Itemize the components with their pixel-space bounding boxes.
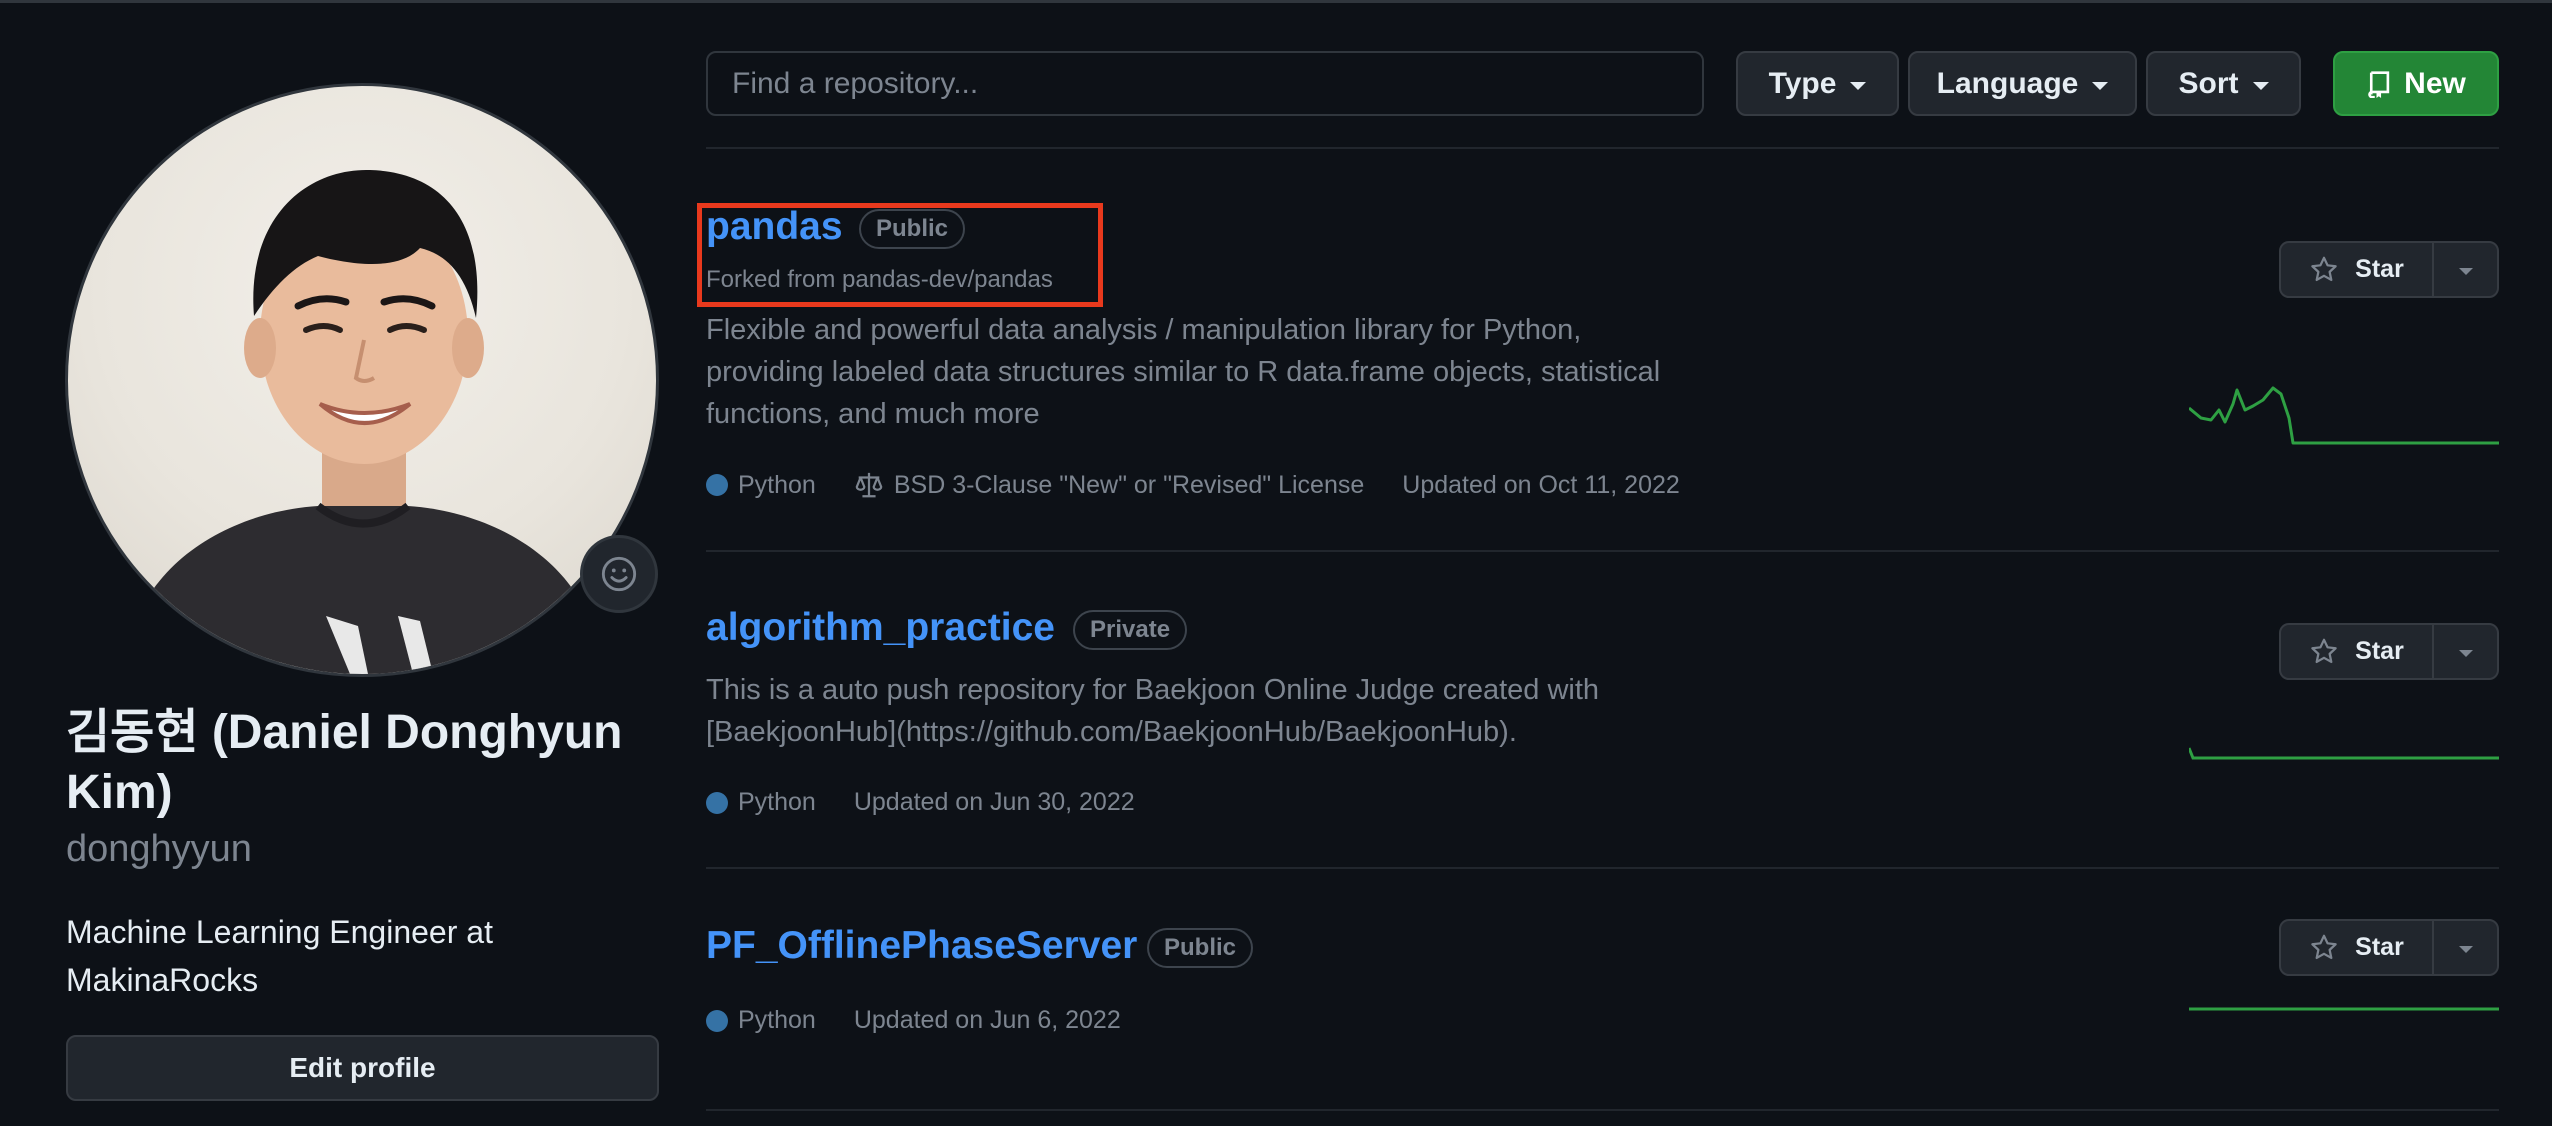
divider [706, 1109, 2499, 1111]
sort-button[interactable]: Sort [2146, 51, 2301, 116]
repository-description: Flexible and powerful data analysis / ma… [706, 314, 1661, 430]
updated-item: Updated on Jun 6, 2022 [853, 1006, 1121, 1034]
star-label: Star [2355, 255, 2404, 283]
star-button-group: Star [2279, 919, 2499, 976]
language-color-dot [706, 791, 728, 814]
chevron-down-icon [2252, 81, 2269, 90]
language-item: Python [706, 788, 816, 817]
repository-meta: Python Updated on Jun 30, 2022 [706, 788, 1173, 817]
divider [706, 550, 2499, 552]
language-filter-label: Language [1936, 66, 2079, 100]
smiley-icon [601, 556, 637, 592]
repository-meta: Python BSD 3-Clause "New" or "Revised" L… [706, 470, 1718, 500]
visibility-badge: Public [859, 209, 966, 249]
type-filter-button[interactable]: Type [1736, 51, 1899, 116]
visibility-badge: Public [1147, 928, 1254, 968]
language-label: Python [738, 470, 816, 499]
avatar[interactable] [65, 83, 659, 677]
star-button-group: Star [2279, 241, 2499, 298]
chevron-down-icon [2458, 268, 2473, 275]
sort-label: Sort [2178, 66, 2239, 100]
star-button[interactable]: Star [2281, 243, 2434, 296]
activity-sparkline [2189, 386, 2499, 445]
activity-sparkline [2189, 747, 2499, 760]
activity-sparkline [2189, 1007, 2499, 1011]
divider [706, 147, 2499, 149]
top-border [0, 0, 2552, 3]
avatar-container [65, 83, 659, 677]
profile-name: 김동현 (Daniel Donghyun Kim) [66, 706, 623, 819]
language-label: Python [738, 788, 816, 816]
forked-from-text[interactable]: Forked from pandas-dev/pandas [706, 266, 1053, 294]
star-list-dropdown[interactable] [2434, 625, 2497, 678]
repository-meta: Python Updated on Jun 6, 2022 [706, 1006, 1159, 1035]
type-filter-label: Type [1768, 66, 1837, 100]
star-button[interactable]: Star [2281, 625, 2434, 678]
new-repository-label: New [2404, 66, 2466, 100]
updated-item: Updated on Oct 11, 2022 [1402, 470, 1680, 499]
language-color-dot [706, 1009, 728, 1032]
set-status-button[interactable] [580, 535, 658, 613]
avatar-photo [128, 169, 598, 674]
license-item: BSD 3-Clause "New" or "Revised" License [854, 470, 1364, 500]
divider [706, 867, 2499, 869]
star-label: Star [2355, 637, 2404, 665]
repo-icon [2368, 70, 2390, 98]
chevron-down-icon [1850, 81, 1867, 90]
star-label: Star [2355, 933, 2404, 961]
language-label: Python [738, 1006, 816, 1034]
language-filter-button[interactable]: Language [1908, 51, 2137, 116]
profile-username: donghyyun [66, 828, 252, 870]
updated-item: Updated on Jun 30, 2022 [853, 788, 1135, 816]
repository-name-link[interactable]: algorithm_practice [706, 606, 1055, 650]
chevron-down-icon [2458, 650, 2473, 657]
star-list-dropdown[interactable] [2434, 243, 2497, 296]
edit-profile-button[interactable]: Edit profile [66, 1035, 659, 1101]
star-button-group: Star [2279, 623, 2499, 680]
repository-name-link[interactable]: pandas [706, 205, 843, 249]
chevron-down-icon [2092, 81, 2109, 90]
repository-search-input[interactable] [706, 51, 1704, 116]
star-list-dropdown[interactable] [2434, 921, 2497, 974]
language-item: Python [706, 1006, 816, 1035]
star-icon [2311, 934, 2337, 959]
star-button[interactable]: Star [2281, 921, 2434, 974]
repository-name-link[interactable]: PF_OfflinePhaseServer [706, 924, 1137, 968]
visibility-badge: Private [1073, 610, 1188, 650]
language-item: Python [706, 471, 816, 500]
repository-description: This is a auto push repository for Baekj… [706, 674, 1600, 748]
language-color-dot [706, 474, 728, 496]
new-repository-button[interactable]: New [2333, 51, 2499, 116]
star-icon [2311, 256, 2337, 281]
profile-bio: Machine Learning Engineer at MakinaRocks [66, 914, 493, 998]
chevron-down-icon [2458, 946, 2473, 953]
star-icon [2311, 638, 2337, 663]
license-label: BSD 3-Clause "New" or "Revised" License [893, 470, 1365, 499]
law-icon [855, 472, 883, 498]
